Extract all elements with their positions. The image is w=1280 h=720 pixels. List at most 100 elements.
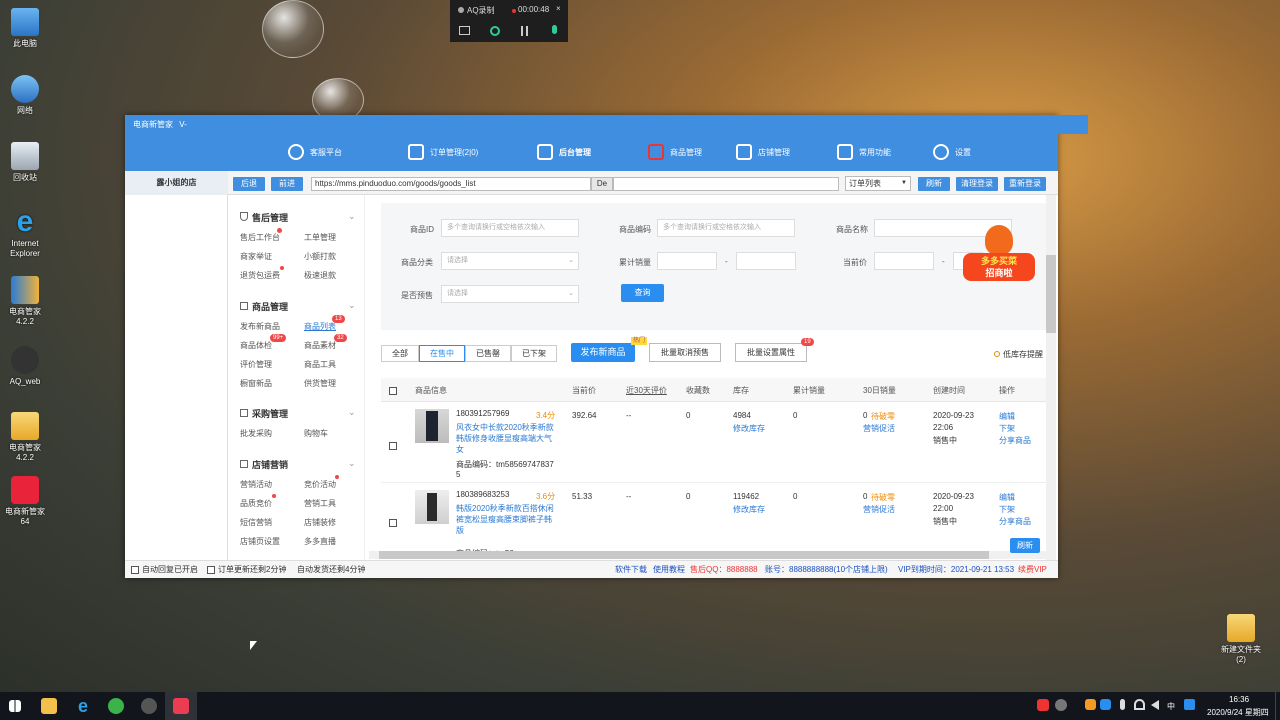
- horizontal-scrollbar[interactable]: [369, 551, 1054, 559]
- mic-icon[interactable]: [552, 25, 557, 34]
- owl-icon[interactable]: [141, 698, 157, 714]
- nav-orders[interactable]: 订单管理(2|0): [408, 142, 478, 162]
- product-thumbnail[interactable]: [415, 490, 449, 524]
- sidebar-item[interactable]: 批发采购: [240, 428, 272, 439]
- share-link[interactable]: 分享商品: [999, 435, 1031, 446]
- product-thumbnail[interactable]: [415, 409, 449, 443]
- sidebar-item[interactable]: 橱窗新品: [240, 378, 272, 389]
- sales-min-input[interactable]: [657, 252, 717, 270]
- col-header[interactable]: 当前价: [572, 385, 596, 396]
- sidebar-item[interactable]: 购物车: [304, 428, 328, 439]
- price-min-input[interactable]: [874, 252, 934, 270]
- browser-icon[interactable]: [108, 698, 124, 714]
- tray-app-icon[interactable]: [1037, 699, 1049, 711]
- sidebar-item[interactable]: 店铺页设置: [240, 536, 280, 547]
- shop-name[interactable]: 露小姐的店: [125, 171, 228, 195]
- zero-sales-link[interactable]: 待破零: [871, 492, 895, 503]
- sidebar-item[interactable]: 发布新商品: [240, 321, 280, 332]
- tab-offline[interactable]: 已下架: [511, 345, 557, 362]
- tab-soldout[interactable]: 已售罄: [465, 345, 511, 362]
- section-products[interactable]: 商品管理: [240, 300, 288, 313]
- col-header[interactable]: 30日销量: [863, 385, 896, 396]
- scrollbar-thumb[interactable]: [1046, 255, 1056, 333]
- promo-link[interactable]: 营销促活: [863, 504, 895, 515]
- clear-login-button[interactable]: 清理登录: [956, 177, 998, 191]
- cancel-presale-button[interactable]: 批量取消预售: [649, 343, 721, 362]
- de-button[interactable]: De: [591, 177, 613, 191]
- category-select[interactable]: 请选择 ⌄: [441, 252, 579, 270]
- sidebar-item[interactable]: 小额打款: [304, 251, 336, 262]
- nav-common[interactable]: 常用功能: [837, 142, 891, 162]
- section-after-sales[interactable]: 售后管理: [240, 211, 288, 224]
- batch-attr-button[interactable]: 批量设置属性: [735, 343, 807, 362]
- edit-stock-link[interactable]: 修改库存: [733, 423, 765, 434]
- tray-blue-icon[interactable]: [1100, 699, 1111, 710]
- row-checkbox[interactable]: [389, 441, 397, 450]
- close-icon[interactable]: ×: [556, 4, 561, 13]
- promo-link[interactable]: 营销促活: [863, 423, 895, 434]
- sidebar-item[interactable]: 商品素材: [304, 340, 336, 351]
- desktop-icon-ie[interactable]: e Internet Explorer: [0, 207, 50, 259]
- sidebar-item[interactable]: 退货包运费: [240, 270, 280, 281]
- sidebar-item[interactable]: 商品体检: [240, 340, 272, 351]
- sidebar-item[interactable]: 短信营销: [240, 517, 272, 528]
- col-header[interactable]: 创建时间: [933, 385, 965, 396]
- network-icon[interactable]: [1134, 699, 1145, 710]
- promo-banner[interactable]: 多多买菜 招商啦: [963, 225, 1035, 283]
- pause-icon[interactable]: [521, 26, 528, 36]
- sidebar-item[interactable]: 供货管理: [304, 378, 336, 389]
- section-marketing[interactable]: 店铺营销: [240, 458, 288, 471]
- delist-link[interactable]: 下架: [999, 504, 1015, 515]
- product-title[interactable]: 韩版2020秋季新款百搭休闲裤宽松显瘦高腰束脚裤子韩版: [456, 503, 554, 536]
- sidebar-item[interactable]: 极速退款: [304, 270, 336, 281]
- sidebar-item-active[interactable]: 商品列表: [304, 321, 336, 332]
- back-button[interactable]: 后退: [233, 177, 265, 191]
- edit-link[interactable]: 编辑: [999, 492, 1015, 503]
- col-header[interactable]: 累计销量: [793, 385, 825, 396]
- chevron-icon[interactable]: ⌄: [348, 407, 356, 418]
- scrollbar-thumb[interactable]: [379, 551, 989, 559]
- download-link[interactable]: 软件下载: [615, 561, 647, 579]
- sidebar-item[interactable]: 营销工具: [304, 498, 336, 509]
- sidebar-item[interactable]: 营销活动: [240, 479, 272, 490]
- sales-max-input[interactable]: [736, 252, 796, 270]
- nav-backend[interactable]: 后台管理: [537, 142, 591, 162]
- nav-products[interactable]: 商品管理: [648, 142, 702, 162]
- url-input[interactable]: https://mms.pinduoduo.com/goods/goods_li…: [311, 177, 591, 191]
- zero-sales-link[interactable]: 待破零: [871, 411, 895, 422]
- window-icon[interactable]: [459, 26, 470, 35]
- tab-all[interactable]: 全部: [381, 345, 419, 362]
- tutorial-link[interactable]: 使用教程: [653, 561, 685, 579]
- vertical-scrollbar[interactable]: [1046, 195, 1056, 560]
- desktop-icon-new-folder[interactable]: 新建文件夹 (2): [1216, 614, 1266, 665]
- sidebar-item[interactable]: 商品工具: [304, 359, 336, 370]
- sidebar-item[interactable]: 售后工作台: [240, 232, 280, 243]
- desktop-icon-new-manager[interactable]: 电商新管家 64: [0, 476, 50, 527]
- low-stock-link[interactable]: 低库存提醒: [1003, 349, 1043, 360]
- product-title[interactable]: 风衣女中长款2020秋季新款韩版修身收腰显瘦高端大气女: [456, 422, 554, 455]
- select-all-checkbox[interactable]: [389, 386, 397, 395]
- show-desktop-button[interactable]: [1275, 692, 1280, 720]
- edit-link[interactable]: 编辑: [999, 411, 1015, 422]
- col-header[interactable]: 库存: [733, 385, 749, 396]
- tray-owl-icon[interactable]: [1055, 699, 1067, 711]
- sidebar-item[interactable]: 竞价活动: [304, 479, 336, 490]
- extra-input[interactable]: [613, 177, 839, 191]
- desktop-icon-network[interactable]: 网络: [0, 75, 50, 116]
- tab-selling[interactable]: 在售中: [419, 345, 465, 362]
- desktop-icon-aq-web[interactable]: AQ_web: [0, 346, 50, 387]
- delist-link[interactable]: 下架: [999, 423, 1015, 434]
- desktop-icon-recycle-bin[interactable]: 回收站: [0, 142, 50, 183]
- presale-select[interactable]: 请选择 ⌄: [441, 285, 579, 303]
- tray-orange-icon[interactable]: [1085, 699, 1096, 710]
- sidebar-item[interactable]: 商家举证: [240, 251, 272, 262]
- sidebar-item[interactable]: 店铺装修: [304, 517, 336, 528]
- desktop-icon-dianshang-2[interactable]: 电商管家 4.2.2: [0, 412, 50, 463]
- record-icon[interactable]: [490, 26, 500, 36]
- ime-indicator[interactable]: 中: [1167, 701, 1175, 712]
- order-list-select[interactable]: 订单列表 ▼: [845, 176, 911, 191]
- auto-reply-toggle[interactable]: 自动回复已开启: [131, 561, 198, 579]
- chevron-icon[interactable]: ⌄: [348, 211, 356, 222]
- sidebar-item[interactable]: 多多直播: [304, 536, 336, 547]
- nav-shop[interactable]: 店铺管理: [736, 142, 790, 162]
